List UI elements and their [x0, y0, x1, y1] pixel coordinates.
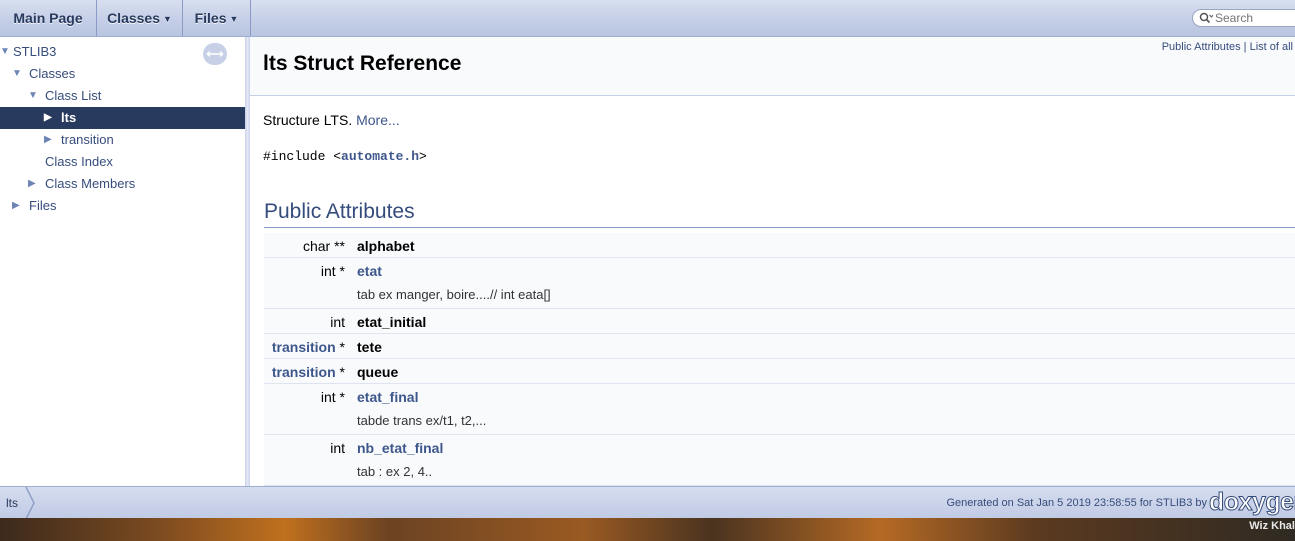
sidebar-item-transition[interactable]: ▶ transition — [0, 129, 245, 151]
member-type: int * — [320, 263, 345, 279]
member-type: int — [330, 440, 345, 456]
member-row: int etat_initial — [264, 309, 1295, 334]
desktop-label: Wiz Khal — [1249, 520, 1295, 532]
section-heading: Public Attributes — [264, 200, 415, 223]
member-row: int nb_etat_final tab : ex 2, 4.. — [264, 435, 1295, 486]
chevron-down-icon: ▼ — [229, 14, 239, 24]
triangle-right-icon[interactable]: ▶ — [44, 129, 56, 151]
sidebar-item-label: Files — [29, 198, 57, 213]
summary-separator: | — [1243, 41, 1247, 53]
generated-by-text: Generated on Sat Jan 5 2019 23:58:55 for… — [946, 497, 1207, 509]
member-table: char ** alphabet int * etat tab ex mange… — [264, 233, 1295, 486]
member-description: tab : ex 2, 4.. — [357, 464, 433, 479]
member-name: etat_initial — [357, 314, 427, 330]
bottom-navpath-bar: lts Generated on Sat Jan 5 2019 23:58:55… — [0, 486, 1295, 519]
sync-icon[interactable]: ⟷ — [203, 43, 227, 65]
include-suffix: > — [419, 149, 427, 164]
include-file-link[interactable]: automate.h — [341, 149, 419, 164]
member-type: transition * — [264, 339, 345, 355]
brief-description: Structure LTS. More... — [263, 112, 400, 128]
sidebar-tree: ▼ STLIB3 ▼ Classes ▼ Class List ▶ lts ▶ … — [0, 37, 245, 486]
sidebar-item-files[interactable]: ▶ Files — [0, 195, 245, 217]
summary-links: Public Attributes | List of all — [1162, 41, 1293, 53]
triangle-right-icon[interactable]: ▶ — [28, 173, 40, 195]
top-navigation-bar: Main Page Classes ▼ Files ▼ — [0, 0, 1295, 37]
triangle-down-icon[interactable]: ▼ — [12, 63, 24, 85]
tab-files[interactable]: Files ▼ — [183, 0, 251, 36]
type-suffix: * — [335, 339, 345, 355]
tab-files-label: Files — [194, 10, 227, 26]
member-name-link[interactable]: nb_etat_final — [357, 440, 443, 456]
member-row: int * etat tab ex manger, boire....// in… — [264, 258, 1295, 309]
heading-divider — [264, 227, 1295, 228]
sidebar-item-classes[interactable]: ▼ Classes — [0, 63, 245, 85]
sidebar-item-label: transition — [61, 132, 114, 147]
sidebar-item-label: Classes — [29, 66, 76, 81]
sidebar-item-label: STLIB3 — [13, 44, 57, 59]
breadcrumb-lts[interactable]: lts — [6, 496, 18, 510]
member-name: tete — [357, 339, 382, 355]
member-description: tab ex manger, boire....// int eata[] — [357, 287, 551, 302]
include-line: #include <automate.h> — [263, 149, 427, 164]
type-link-transition[interactable]: transition — [272, 364, 336, 380]
member-name-link[interactable]: etat — [357, 263, 382, 279]
member-type: char ** — [302, 238, 345, 254]
triangle-down-icon[interactable]: ▼ — [0, 41, 12, 63]
triangle-down-icon[interactable]: ▼ — [28, 85, 40, 107]
tab-classes-label: Classes — [107, 10, 160, 26]
desktop-background: Wiz Khal — [0, 518, 1295, 541]
doxygen-logo[interactable]: doxygen — [1208, 488, 1295, 517]
list-of-all-members-link[interactable]: List of all — [1250, 41, 1293, 53]
search-input[interactable] — [1215, 11, 1295, 25]
include-prefix: #include < — [263, 149, 342, 164]
brief-text: Structure LTS. — [263, 112, 353, 128]
sidebar-item-label: Class Index — [45, 154, 113, 169]
tab-classes[interactable]: Classes ▼ — [97, 0, 183, 36]
main-content: Public Attributes | List of all lts Stru… — [250, 37, 1295, 486]
public-attributes-link[interactable]: Public Attributes — [1162, 41, 1241, 53]
page-title: lts Struct Reference — [263, 52, 462, 75]
member-row: char ** alphabet — [264, 233, 1295, 258]
member-type: int — [330, 314, 345, 330]
member-name-link[interactable]: etat_final — [357, 389, 418, 405]
page-header: Public Attributes | List of all lts Stru… — [250, 37, 1295, 96]
breadcrumb-separator-icon — [25, 487, 35, 519]
sidebar-item-class-index[interactable]: Class Index — [0, 151, 245, 173]
tab-main-page-label: Main Page — [13, 10, 83, 26]
member-row: transition * tete — [264, 334, 1295, 359]
sidebar-item-lts[interactable]: ▶ lts — [0, 107, 245, 129]
member-name: queue — [357, 364, 399, 380]
member-name: alphabet — [357, 238, 415, 254]
sidebar-item-class-list[interactable]: ▼ Class List — [0, 85, 245, 107]
chevron-down-icon: ▼ — [163, 14, 172, 24]
triangle-right-icon[interactable]: ▶ — [12, 195, 24, 217]
sidebar-item-label: lts — [61, 110, 77, 125]
member-row: int * etat_final tabde trans ex/t1, t2,.… — [264, 384, 1295, 435]
member-type: int * — [320, 389, 345, 405]
type-link-transition[interactable]: transition — [272, 339, 336, 355]
more-link[interactable]: More... — [356, 112, 400, 128]
member-type: transition * — [264, 364, 345, 380]
type-suffix: * — [335, 364, 345, 380]
member-row: transition * queue — [264, 359, 1295, 384]
search-icon[interactable] — [1199, 12, 1214, 24]
sidebar-item-label: Class Members — [45, 176, 136, 191]
sidebar-item-class-members[interactable]: ▶ Class Members — [0, 173, 245, 195]
sidebar-item-label: Class List — [45, 88, 102, 103]
triangle-right-icon[interactable]: ▶ — [44, 107, 56, 129]
tab-main-page[interactable]: Main Page — [0, 0, 97, 36]
search-box[interactable] — [1192, 9, 1295, 27]
member-description: tabde trans ex/t1, t2,... — [357, 413, 487, 428]
